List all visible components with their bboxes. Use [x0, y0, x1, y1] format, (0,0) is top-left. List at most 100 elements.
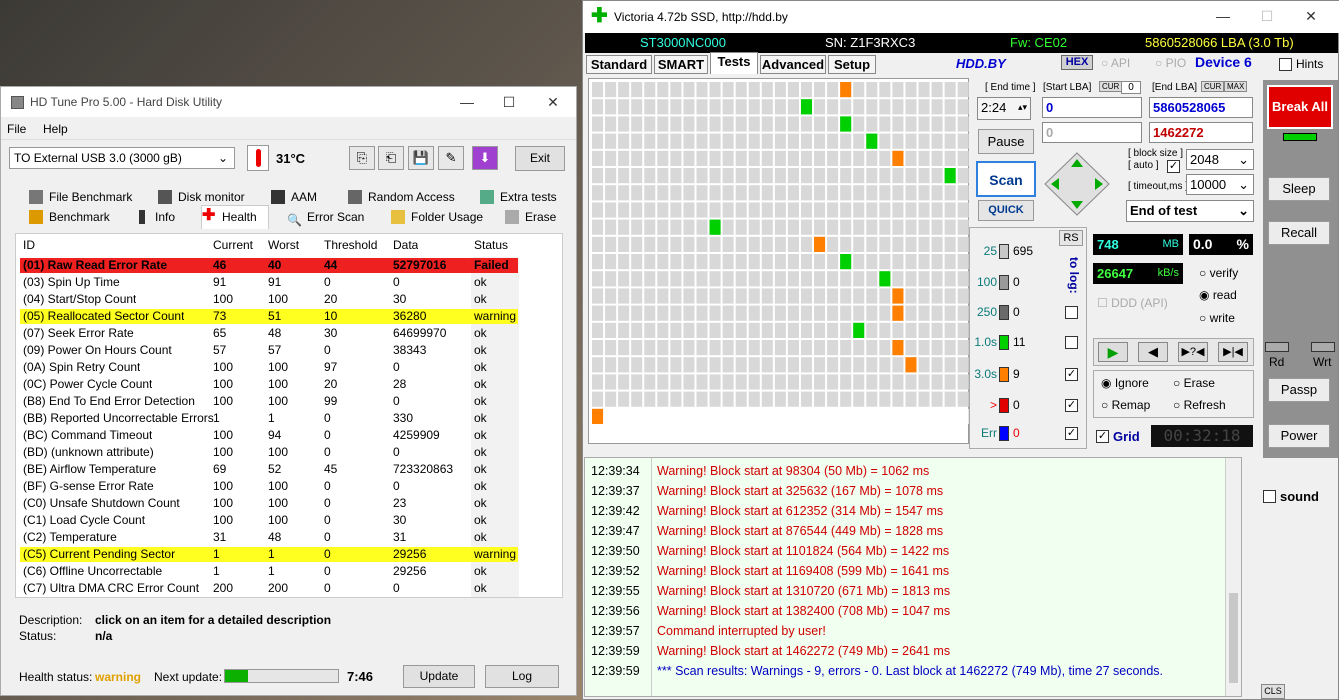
start-lba-zero[interactable]: 0 [1121, 81, 1141, 94]
hddby-link[interactable]: HDD.BY [956, 56, 1006, 71]
pause-button[interactable]: Pause [978, 129, 1034, 154]
table-row[interactable]: (C0) Unsafe Shutdown Count 100 100 0 23 ok [16, 495, 564, 512]
block-size-select[interactable]: 2048 ⌄ [1186, 149, 1254, 170]
download-icon[interactable]: ⬇ [472, 146, 498, 170]
scrollbar-thumb[interactable] [1229, 593, 1238, 683]
table-row[interactable]: (03) Spin Up Time 91 91 0 0 ok [16, 274, 564, 291]
tab-standard[interactable]: Standard [586, 55, 652, 74]
drive-select[interactable]: TO External USB 3.0 (3000 gB) ⌄ [9, 147, 235, 169]
table-row[interactable]: (0A) Spin Retry Count 100 100 97 0 ok [16, 359, 564, 376]
end-max-button[interactable]: MAX [1224, 81, 1248, 92]
tab-benchmark[interactable]: Benchmark [29, 207, 110, 227]
hex-button[interactable]: HEX [1061, 55, 1093, 70]
start-lba-field[interactable]: 0 [1042, 97, 1142, 118]
passp-button[interactable]: Passp [1268, 378, 1330, 402]
power-button[interactable]: Power [1268, 424, 1330, 448]
skip-icon[interactable]: ▶?◀ [1178, 342, 1208, 362]
remap-radio[interactable]: ○ Remap [1101, 398, 1150, 412]
close-icon[interactable]: ✕ [1289, 4, 1333, 28]
table-row[interactable]: (09) Power On Hours Count 57 57 0 38343 ok [16, 342, 564, 359]
menu-help[interactable]: Help [43, 122, 68, 136]
refresh-radio[interactable]: ○ Refresh [1173, 398, 1226, 412]
table-row[interactable]: (BC) Command Timeout 100 94 0 4259909 ok [16, 427, 564, 444]
minimize-icon[interactable]: — [1201, 4, 1245, 28]
tab-folder-usage[interactable]: Folder Usage [391, 207, 483, 227]
table-row[interactable]: (04) Start/Stop Count 100 100 20 30 ok [16, 291, 564, 308]
break-all-button[interactable]: Break All [1267, 85, 1333, 129]
menu-file[interactable]: File [7, 122, 26, 136]
ignore-radio[interactable]: ◉ Ignore [1101, 376, 1149, 390]
tab-disk-monitor[interactable]: Disk monitor [158, 187, 245, 207]
auto-checkbox[interactable]: ✓ [1167, 160, 1180, 173]
sound-checkbox[interactable] [1263, 490, 1276, 503]
table-row[interactable]: (C1) Load Cycle Count 100 100 0 30 ok [16, 512, 564, 529]
log-checkbox[interactable]: ✓ [1065, 399, 1078, 412]
end-lba-field[interactable]: 5860528065 [1149, 97, 1253, 118]
tab-advanced[interactable]: Advanced [760, 55, 826, 74]
table-row[interactable]: (BE) Airflow Temperature 69 52 45 723320863 o… [16, 461, 564, 478]
table-row[interactable]: (07) Seek Error Rate 65 48 30 64699970 ok [16, 325, 564, 342]
recall-button[interactable]: Recall [1268, 221, 1330, 245]
table-row[interactable]: (C2) Temperature 31 48 0 31 ok [16, 529, 564, 546]
sleep-button[interactable]: Sleep [1268, 177, 1330, 201]
tab-setup[interactable]: Setup [828, 55, 876, 74]
start-cur-button[interactable]: CUR [1099, 81, 1123, 92]
pio-radio[interactable]: ○ PIO [1155, 56, 1186, 70]
table-row[interactable]: (B8) End To End Error Detection 100 100 99 0… [16, 393, 564, 410]
tab-tests[interactable]: Tests [710, 52, 758, 74]
write-radio[interactable]: ○ write [1199, 311, 1235, 325]
log-button[interactable]: Log [485, 665, 559, 688]
log-checkbox[interactable] [1065, 306, 1078, 319]
read-radio[interactable]: ◉ read [1199, 288, 1237, 302]
tab-info[interactable]: Info [135, 207, 175, 227]
timeout-select[interactable]: 10000 ⌄ [1186, 174, 1254, 195]
ddd-checkbox[interactable]: ☐ DDD (API) [1097, 296, 1168, 310]
tab-file-benchmark[interactable]: File Benchmark [29, 187, 132, 207]
cls-button[interactable]: CLS [1261, 684, 1285, 699]
verify-radio[interactable]: ○ verify [1199, 266, 1238, 280]
table-row[interactable]: (BF) G-sense Error Rate 100 100 0 0 ok [16, 478, 564, 495]
end-cur-button[interactable]: CUR [1201, 81, 1225, 92]
end-icon[interactable]: ▶|◀ [1218, 342, 1248, 362]
tab-random-access[interactable]: Random Access [348, 187, 455, 207]
end-time-field[interactable]: 2:24 ▴▾ [977, 97, 1031, 120]
table-row[interactable]: (C6) Offline Uncorrectable 1 1 0 29256 ok [16, 563, 564, 580]
update-button[interactable]: Update [403, 665, 475, 688]
log-checkbox[interactable]: ✓ [1065, 368, 1078, 381]
erase-radio[interactable]: ○ Erase [1173, 376, 1215, 390]
quick-button[interactable]: QUICK [978, 200, 1034, 221]
maximize-icon[interactable]: ☐ [487, 90, 531, 114]
table-row[interactable]: (01) Raw Read Error Rate 46 40 44 52797016 Fa… [16, 257, 564, 274]
api-radio[interactable]: ○ API [1101, 56, 1130, 70]
table-row[interactable]: (0C) Power Cycle Count 100 100 20 28 ok [16, 376, 564, 393]
tab-smart[interactable]: SMART [654, 55, 708, 74]
copy-all-icon[interactable]: ⎗ [378, 146, 404, 170]
play-icon[interactable]: ▶ [1098, 342, 1128, 362]
table-row[interactable]: (BB) Reported Uncorrectable Errors 1 1 0 330… [16, 410, 564, 427]
close-icon[interactable]: ✕ [531, 90, 575, 114]
exit-button[interactable]: Exit [515, 146, 565, 171]
save-icon[interactable]: 💾 [408, 146, 434, 170]
tab-aam[interactable]: AAM [271, 187, 317, 207]
table-row[interactable]: (BD) (unknown attribute) 100 100 0 0 ok [16, 444, 564, 461]
table-row[interactable]: (05) Reallocated Sector Count 73 51 10 36280… [16, 308, 564, 325]
log-checkbox[interactable]: ✓ [1065, 427, 1078, 440]
direction-pad[interactable] [1043, 151, 1111, 217]
log-checkbox[interactable] [1065, 336, 1078, 349]
tab-error-scan[interactable]: 🔍 Error Scan [287, 207, 364, 227]
maximize-icon[interactable]: ☐ [1245, 4, 1289, 28]
rewind-icon[interactable]: ◀ [1138, 342, 1168, 362]
log-scrollbar[interactable] [1225, 458, 1241, 696]
hints-checkbox[interactable] [1279, 58, 1292, 71]
options-icon[interactable]: ✎ [438, 146, 464, 170]
tab-extra-tests[interactable]: Extra tests [480, 187, 557, 207]
minimize-icon[interactable]: — [445, 90, 489, 114]
table-row[interactable]: (C7) Ultra DMA CRC Error Count 200 200 0 0 ok [16, 580, 564, 597]
tab-erase[interactable]: Erase [505, 207, 556, 227]
scan-button[interactable]: Scan [976, 161, 1036, 197]
tab-health[interactable]: ✚ Health [201, 205, 269, 229]
end-of-test-select[interactable]: End of test ⌄ [1126, 200, 1254, 222]
grid-checkbox[interactable]: ✓ [1096, 430, 1109, 443]
table-row[interactable]: (C5) Current Pending Sector 1 1 0 29256 warni… [16, 546, 564, 563]
copy-icon[interactable]: ⎘ [349, 146, 375, 170]
